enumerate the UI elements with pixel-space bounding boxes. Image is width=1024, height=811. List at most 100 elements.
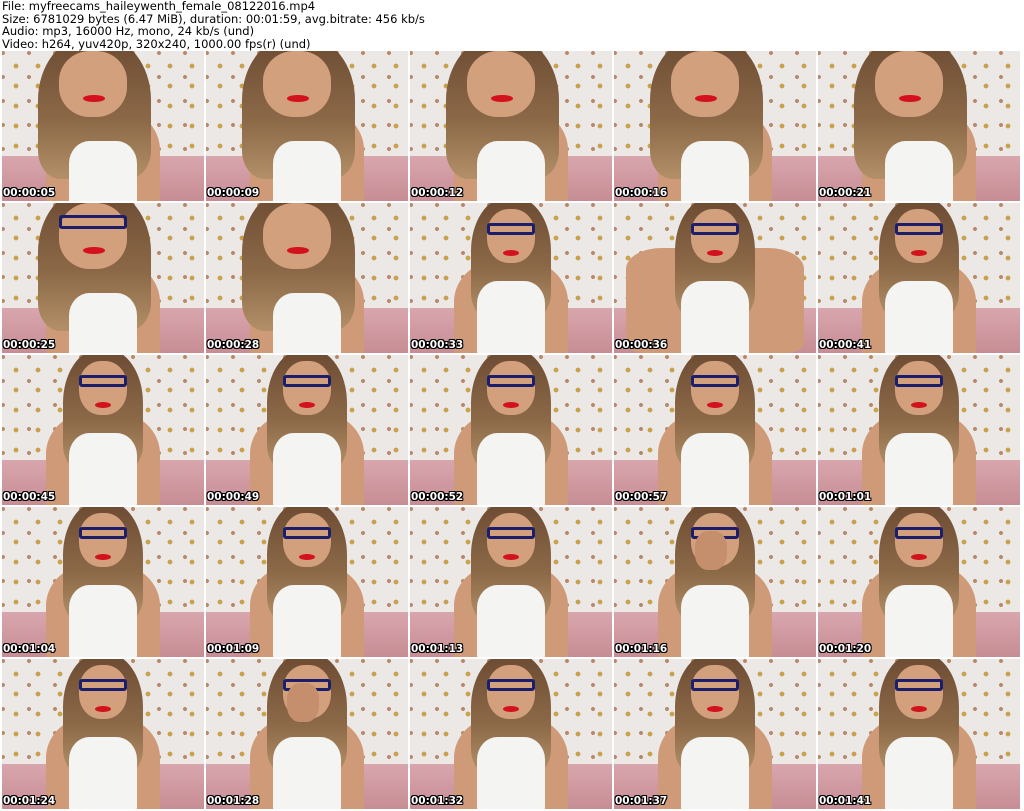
video-frame-thumbnail: 00:00:52 — [410, 355, 612, 505]
video-line: Video: h264, yuv420p, 320x240, 1000.00 f… — [2, 36, 311, 51]
frame-timestamp: 00:00:16 — [615, 187, 668, 199]
frame-person-top — [476, 585, 546, 657]
video-frame-thumbnail: 00:00:57 — [614, 355, 816, 505]
frame-person-lips — [706, 249, 724, 256]
frame-timestamp: 00:01:37 — [615, 795, 668, 807]
frame-person-lips — [502, 705, 520, 712]
glasses-shape — [282, 374, 332, 387]
frame-person-lips — [82, 94, 106, 102]
frame-person-lips — [82, 246, 106, 254]
frame-person-lips — [502, 553, 520, 560]
frame-timestamp: 00:01:32 — [411, 795, 464, 807]
video-frame-thumbnail: 00:01:01 — [818, 355, 1020, 505]
file-info-header: File: myfreecams_haileywenth_female_0812… — [2, 0, 1020, 50]
frame-person-top — [680, 737, 750, 809]
video-frame-thumbnail: 00:00:36 — [614, 203, 816, 353]
frame-person-lips — [490, 94, 514, 102]
glasses-shape — [690, 678, 740, 691]
video-frame-thumbnail: 00:01:37 — [614, 659, 816, 809]
frame-person-top — [272, 737, 342, 809]
frame-person-top — [68, 141, 138, 201]
frame-person-lips — [502, 249, 520, 256]
frame-person-lips — [94, 401, 112, 408]
video-frame-thumbnail: 00:00:45 — [2, 355, 204, 505]
video-frame-thumbnail: 00:01:20 — [818, 507, 1020, 657]
frame-person-top — [680, 585, 750, 657]
video-frame-thumbnail: 00:00:28 — [206, 203, 408, 353]
frame-person-top — [680, 141, 750, 201]
video-frame-thumbnail: 00:00:25 — [2, 203, 204, 353]
frame-timestamp: 00:01:24 — [3, 795, 56, 807]
frame-person-face — [58, 51, 128, 117]
frame-person-hand — [286, 683, 320, 722]
frame-person-top — [272, 433, 342, 505]
frame-timestamp: 00:00:49 — [207, 491, 260, 503]
video-frame-thumbnail: 00:00:41 — [818, 203, 1020, 353]
frame-timestamp: 00:01:01 — [819, 491, 872, 503]
glasses-shape — [486, 222, 536, 235]
frame-person-face — [58, 203, 128, 269]
frame-person-lips — [706, 705, 724, 712]
frame-timestamp: 00:01:13 — [411, 643, 464, 655]
frame-person-top — [680, 281, 750, 353]
glasses-shape — [486, 526, 536, 539]
frame-person-lips — [910, 249, 928, 256]
glasses-shape — [282, 526, 332, 539]
frame-person-lips — [910, 401, 928, 408]
frame-timestamp: 00:01:16 — [615, 643, 668, 655]
video-frame-thumbnail: 00:00:09 — [206, 51, 408, 201]
glasses-shape — [894, 526, 944, 539]
frame-person-top — [476, 433, 546, 505]
frame-person-top — [680, 433, 750, 505]
frame-timestamp: 00:01:20 — [819, 643, 872, 655]
frame-timestamp: 00:00:05 — [3, 187, 56, 199]
glasses-shape — [486, 374, 536, 387]
frame-person-hand — [694, 531, 728, 570]
frame-person-face — [262, 203, 332, 269]
video-frame-thumbnail: 00:01:28 — [206, 659, 408, 809]
frame-timestamp: 00:00:52 — [411, 491, 464, 503]
frame-timestamp: 00:00:41 — [819, 339, 872, 351]
frame-person-lips — [286, 246, 310, 254]
frame-timestamp: 00:01:28 — [207, 795, 260, 807]
frame-timestamp: 00:00:25 — [3, 339, 56, 351]
frame-timestamp: 00:00:12 — [411, 187, 464, 199]
glasses-shape — [78, 526, 128, 539]
frame-person-top — [272, 585, 342, 657]
frame-person-lips — [910, 553, 928, 560]
frame-timestamp: 00:01:09 — [207, 643, 260, 655]
frame-person-lips — [502, 401, 520, 408]
frame-timestamp: 00:00:57 — [615, 491, 668, 503]
frame-person-top — [68, 585, 138, 657]
glasses-shape — [894, 374, 944, 387]
frame-person-top — [884, 433, 954, 505]
frame-person-face — [466, 51, 536, 117]
glasses-shape — [690, 374, 740, 387]
video-frame-thumbnail: 00:01:41 — [818, 659, 1020, 809]
frame-person-face — [874, 51, 944, 117]
frame-person-lips — [706, 401, 724, 408]
frame-person-top — [476, 141, 546, 201]
glasses-shape — [78, 678, 128, 691]
thumbnail-grid: 00:00:05 00:00:09 00:00:12 00:00:16 00:0… — [2, 51, 1022, 809]
file-name-line: File: myfreecams_haileywenth_female_0812… — [2, 0, 316, 13]
video-frame-thumbnail: 00:01:32 — [410, 659, 612, 809]
frame-person-lips — [94, 553, 112, 560]
frame-timestamp: 00:00:28 — [207, 339, 260, 351]
frame-person-lips — [94, 705, 112, 712]
frame-person-lips — [298, 401, 316, 408]
video-frame-thumbnail: 00:01:24 — [2, 659, 204, 809]
video-frame-thumbnail: 00:00:05 — [2, 51, 204, 201]
video-frame-thumbnail: 00:01:04 — [2, 507, 204, 657]
frame-person-top — [68, 433, 138, 505]
frame-person-top — [884, 281, 954, 353]
frame-timestamp: 00:00:21 — [819, 187, 872, 199]
frame-person-top — [68, 737, 138, 809]
contact-sheet: File: myfreecams_haileywenth_female_0812… — [0, 0, 1024, 811]
frame-timestamp: 00:00:36 — [615, 339, 668, 351]
glasses-shape — [894, 222, 944, 235]
frame-person-top — [476, 281, 546, 353]
audio-line: Audio: mp3, 16000 Hz, mono, 24 kb/s (und… — [2, 24, 255, 38]
frame-timestamp: 00:00:33 — [411, 339, 464, 351]
glasses-shape — [690, 222, 740, 235]
